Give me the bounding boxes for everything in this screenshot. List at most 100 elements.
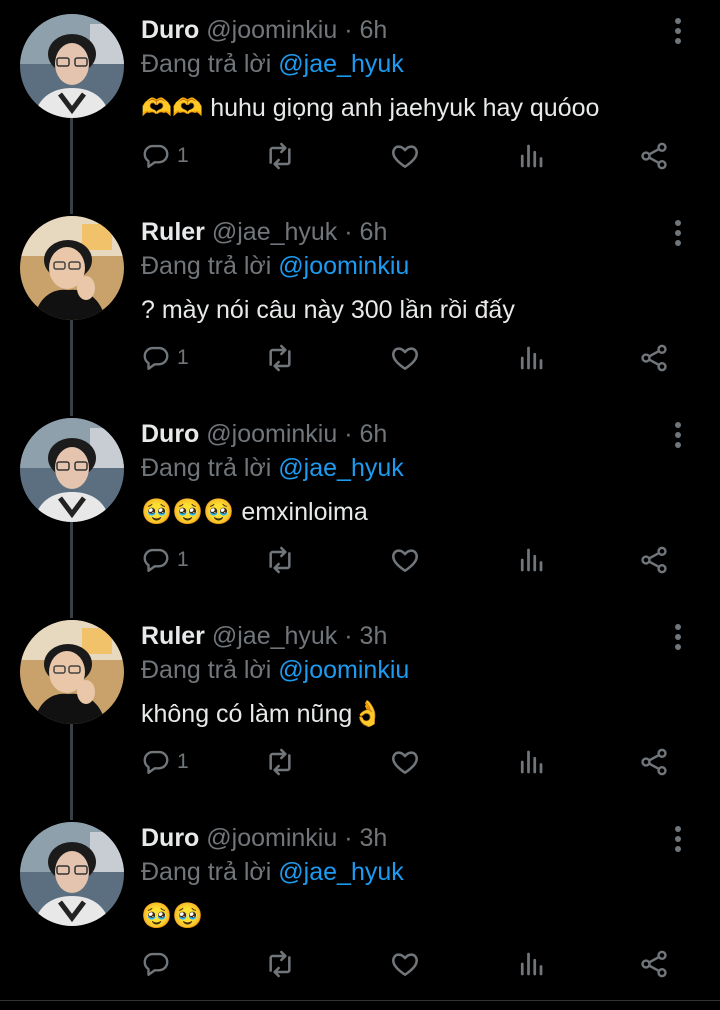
separator: ·: [344, 824, 353, 852]
more-vertical-icon[interactable]: [668, 420, 688, 450]
reply-button[interactable]: 1: [141, 134, 189, 178]
views-icon: [516, 545, 546, 575]
separator: ·: [344, 420, 353, 448]
reply-count: 1: [177, 346, 189, 369]
retweet-button[interactable]: [264, 740, 296, 784]
tweet-text: 🥹🥹🥹 emxinloima: [141, 498, 368, 526]
tweet-text: 🥹🥹: [141, 902, 204, 930]
views-icon: [516, 747, 546, 777]
retweet-icon: [264, 342, 296, 374]
replying-to: Đang trả lời @jae_hyuk: [141, 47, 404, 81]
tweet-header: Duro @joominkiu · 6h: [141, 13, 387, 47]
avatar[interactable]: [20, 418, 124, 522]
share-button[interactable]: [638, 740, 670, 784]
username[interactable]: @jae_hyuk: [212, 218, 337, 246]
display-name[interactable]: Duro: [141, 420, 199, 448]
like-button[interactable]: [389, 134, 421, 178]
display-name[interactable]: Duro: [141, 16, 199, 44]
more-vertical-icon[interactable]: [668, 824, 688, 854]
tweet-header: Duro @joominkiu · 3h: [141, 821, 387, 855]
username[interactable]: @joominkiu: [206, 420, 337, 448]
separator: ·: [344, 218, 353, 246]
reply-button[interactable]: 1: [141, 740, 189, 784]
timestamp[interactable]: 6h: [360, 420, 388, 448]
heart-icon: [389, 948, 421, 980]
tweet[interactable]: Duro @joominkiu · 6h Đang trả lời @jae_hy…: [0, 0, 720, 202]
retweet-button[interactable]: [264, 942, 296, 986]
retweet-icon: [264, 746, 296, 778]
reply-count: 1: [177, 144, 189, 167]
action-bar: 1: [0, 538, 720, 588]
reply-icon: [141, 747, 171, 777]
mention-link[interactable]: @jae_hyuk: [278, 50, 403, 78]
display-name[interactable]: Ruler: [141, 218, 205, 246]
action-bar: 1: [0, 336, 720, 386]
views-button[interactable]: [516, 740, 546, 784]
tweet[interactable]: Duro @joominkiu · 6h Đang trả lời @jae_hy…: [0, 404, 720, 606]
replying-to-label: Đang trả lời: [141, 454, 272, 482]
replying-to: Đang trả lời @jae_hyuk: [141, 855, 404, 889]
reply-button[interactable]: 1: [141, 336, 189, 380]
reply-icon: [141, 545, 171, 575]
tweet[interactable]: Duro @joominkiu · 3h Đang trả lời @jae_hy…: [0, 808, 720, 1010]
like-button[interactable]: [389, 740, 421, 784]
like-button[interactable]: [389, 942, 421, 986]
avatar[interactable]: [20, 216, 124, 320]
views-button[interactable]: [516, 942, 546, 986]
retweet-button[interactable]: [264, 538, 296, 582]
mention-link[interactable]: @jae_hyuk: [278, 858, 403, 886]
like-button[interactable]: [389, 336, 421, 380]
mention-link[interactable]: @joominkiu: [278, 252, 409, 280]
tweet-header: Duro @joominkiu · 6h: [141, 417, 387, 451]
reply-count: 1: [177, 750, 189, 773]
avatar[interactable]: [20, 14, 124, 118]
replying-to: Đang trả lời @joominkiu: [141, 249, 409, 283]
replying-to-label: Đang trả lời: [141, 50, 272, 78]
timestamp[interactable]: 6h: [360, 16, 388, 44]
heart-icon: [389, 140, 421, 172]
reply-button[interactable]: 1: [141, 538, 189, 582]
replying-to-label: Đang trả lời: [141, 858, 272, 886]
mention-link[interactable]: @jae_hyuk: [278, 454, 403, 482]
username[interactable]: @jae_hyuk: [212, 622, 337, 650]
reply-icon: [141, 343, 171, 373]
share-icon: [638, 544, 670, 576]
like-button[interactable]: [389, 538, 421, 582]
more-vertical-icon[interactable]: [668, 218, 688, 248]
share-button[interactable]: [638, 134, 670, 178]
retweet-button[interactable]: [264, 134, 296, 178]
views-button[interactable]: [516, 134, 546, 178]
action-bar: 1: [0, 134, 720, 184]
timestamp[interactable]: 3h: [360, 824, 388, 852]
display-name[interactable]: Duro: [141, 824, 199, 852]
action-bar: 1: [0, 740, 720, 790]
timestamp[interactable]: 6h: [360, 218, 388, 246]
views-icon: [516, 949, 546, 979]
tweet[interactable]: Ruler @jae_hyuk · 6h Đang trả lời @joomin…: [0, 202, 720, 404]
more-vertical-icon[interactable]: [668, 622, 688, 652]
share-button[interactable]: [638, 942, 670, 986]
timestamp[interactable]: 3h: [360, 622, 388, 650]
tweet-text: ? mày nói câu này 300 lần rồi đấy: [141, 296, 515, 324]
username[interactable]: @joominkiu: [206, 16, 337, 44]
divider: [0, 1000, 720, 1001]
avatar[interactable]: [20, 822, 124, 926]
avatar[interactable]: [20, 620, 124, 724]
tweet-header: Ruler @jae_hyuk · 3h: [141, 619, 387, 653]
username[interactable]: @joominkiu: [206, 824, 337, 852]
views-button[interactable]: [516, 336, 546, 380]
heart-icon: [389, 746, 421, 778]
share-icon: [638, 948, 670, 980]
retweet-button[interactable]: [264, 336, 296, 380]
share-icon: [638, 342, 670, 374]
display-name[interactable]: Ruler: [141, 622, 205, 650]
share-button[interactable]: [638, 336, 670, 380]
views-button[interactable]: [516, 538, 546, 582]
mention-link[interactable]: @joominkiu: [278, 656, 409, 684]
more-vertical-icon[interactable]: [668, 16, 688, 46]
tweet[interactable]: Ruler @jae_hyuk · 3h Đang trả lời @joomin…: [0, 606, 720, 808]
reply-button[interactable]: [141, 942, 177, 986]
separator: ·: [344, 622, 353, 650]
tweet-text: không có làm nũng👌: [141, 700, 384, 728]
share-button[interactable]: [638, 538, 670, 582]
